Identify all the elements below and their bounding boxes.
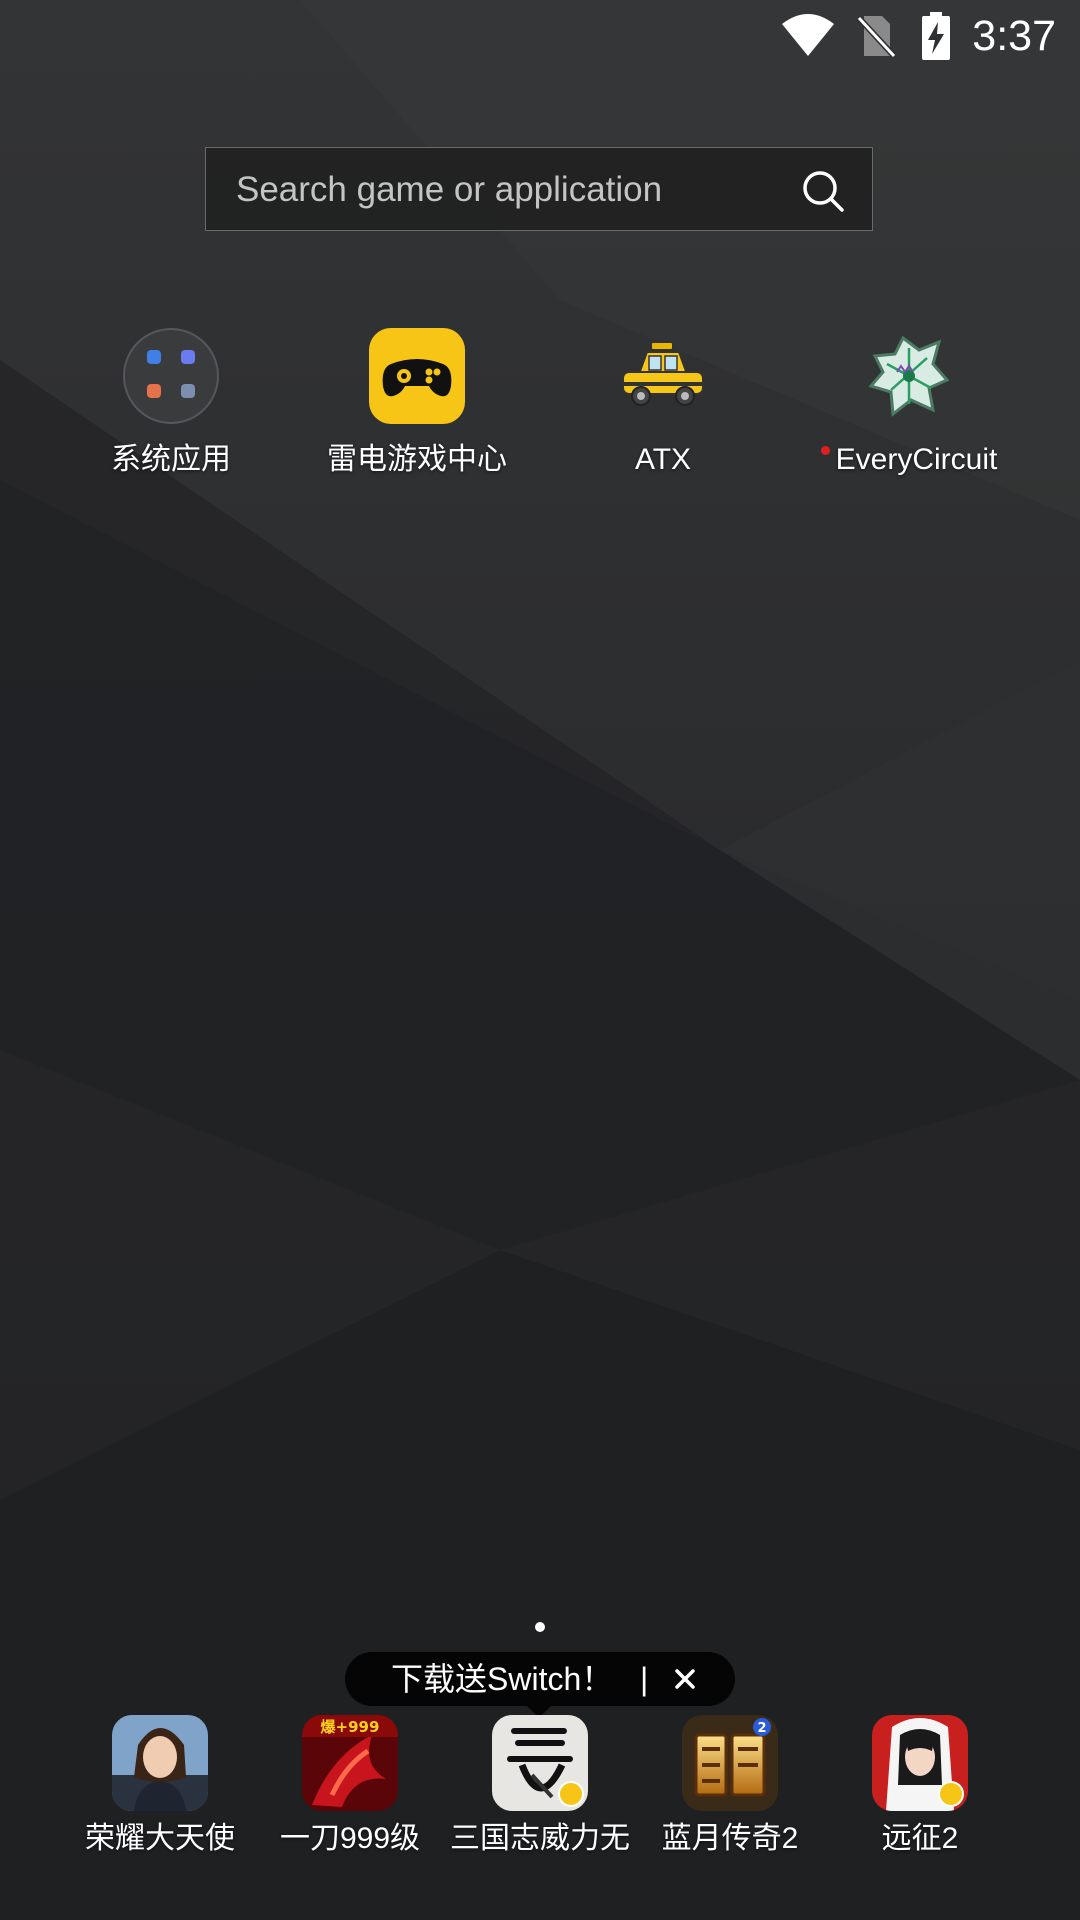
app-label: 系统应用 — [111, 443, 231, 476]
game-portrait-icon — [112, 1715, 208, 1811]
search-icon[interactable] — [800, 168, 846, 214]
taxi-icon — [615, 328, 711, 424]
promo-banner[interactable]: 下载送Switch！ | — [345, 1652, 735, 1706]
ld-badge-icon — [938, 1781, 964, 1807]
dock-app-label: 远征2 — [881, 1822, 959, 1855]
app-atx[interactable]: ATX — [540, 328, 786, 488]
dock-app-lanyue[interactable]: 2 蓝月传奇2 — [635, 1715, 825, 1865]
game-bluemoon-icon: 2 — [682, 1715, 778, 1811]
app-label: EveryCircuit — [786, 440, 1032, 480]
new-badge-dot — [820, 446, 830, 455]
ld-badge-icon — [558, 1781, 584, 1807]
no-sim-icon — [856, 15, 896, 59]
wifi-icon — [782, 14, 834, 56]
game-dragon-icon: 爆+999 — [302, 1715, 398, 1811]
promo-text[interactable]: 下载送Switch！ — [391, 1652, 613, 1706]
game-calligraphy-icon — [492, 1715, 588, 1811]
clock: 3:37 — [972, 12, 1056, 60]
game-heroine-icon — [872, 1715, 968, 1811]
status-bar: 3:37 — [0, 0, 1080, 72]
app-leidian-game-center[interactable]: 雷电游戏中心 — [294, 328, 540, 488]
gamepad-icon — [369, 328, 465, 424]
svg-text:2: 2 — [757, 1721, 766, 1736]
app-label: ATX — [634, 443, 692, 476]
app-system-apps-folder[interactable]: 系统应用 — [48, 328, 294, 488]
search-bar[interactable]: Search game or application — [205, 147, 873, 231]
dock-app-label: 蓝月传奇2 — [661, 1822, 799, 1855]
circuit-icon — [861, 328, 957, 424]
dock-app-label: 三国志威力无 — [450, 1822, 630, 1855]
dock-app-yuanzheng[interactable]: 远征2 — [825, 1715, 1015, 1865]
page-indicator-dot — [535, 1622, 545, 1632]
promo-separator: | — [640, 1661, 649, 1697]
app-label: 雷电游戏中心 — [327, 443, 507, 476]
dock-app-sanguozhi[interactable]: 三国志威力无 — [445, 1715, 635, 1865]
badge-text: 爆+999 — [321, 1718, 380, 1736]
wallpaper-polygons — [0, 0, 1080, 1920]
wallpaper — [0, 0, 1080, 1920]
dock-app-rongyao[interactable]: 荣耀大天使 — [65, 1715, 255, 1865]
dock-app-label: 荣耀大天使 — [85, 1822, 235, 1855]
dock-app-label: 一刀999级 — [279, 1822, 421, 1855]
dock-app-yidao[interactable]: 爆+999 一刀999级 — [255, 1715, 445, 1865]
battery-charging-icon — [922, 12, 950, 60]
app-everycircuit[interactable]: EveryCircuit — [786, 328, 1032, 488]
folder-icon — [123, 328, 219, 424]
search-input[interactable]: Search game or application — [236, 148, 662, 232]
close-icon[interactable] — [671, 1665, 699, 1693]
